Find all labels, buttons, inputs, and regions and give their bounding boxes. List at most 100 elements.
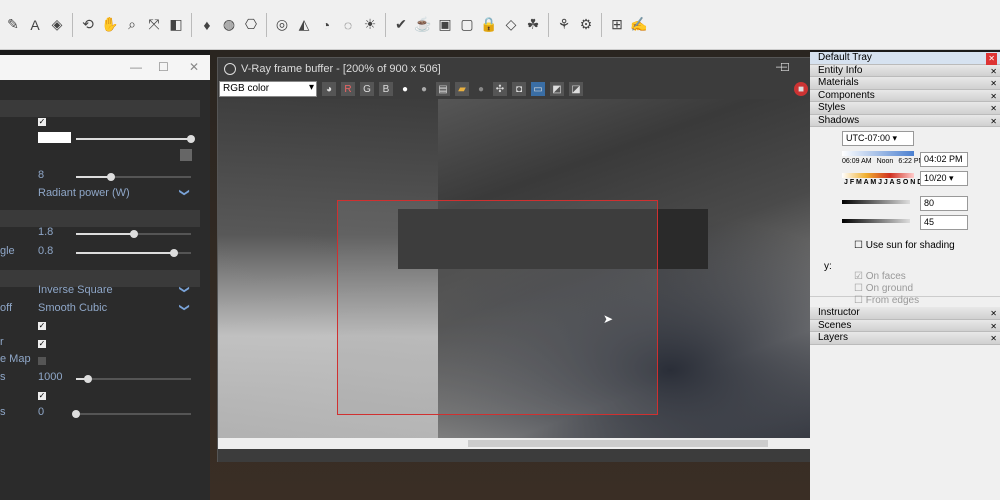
pan-icon[interactable]: ✋ (101, 16, 119, 34)
section-header[interactable] (0, 210, 200, 227)
texture-slot-icon[interactable] (180, 149, 192, 161)
close-icon[interactable]: ✕ (990, 66, 997, 78)
close-icon[interactable]: ✕ (990, 308, 997, 320)
grass-icon[interactable]: ⚘ (555, 16, 573, 34)
render-image[interactable]: ➤ (218, 99, 821, 438)
text-icon[interactable]: A (26, 16, 44, 34)
render-region[interactable] (337, 200, 658, 415)
tray-panel-materials[interactable]: Materials ✕ (810, 77, 1000, 90)
color-swatch[interactable] (38, 132, 71, 143)
tray-panel-styles[interactable]: Styles ✕ (810, 102, 1000, 115)
vray-render-icon[interactable]: ⎔ (242, 16, 260, 34)
render-region-icon[interactable]: ◘ (512, 82, 526, 96)
property-slider[interactable] (76, 249, 191, 257)
edit-icon[interactable]: ✍ (630, 16, 648, 34)
mono-icon[interactable]: ● (417, 82, 431, 96)
property-checkbox[interactable]: ✓ (38, 118, 46, 126)
paint-bucket-icon[interactable]: ◈ (48, 16, 66, 34)
property-slider[interactable] (76, 135, 195, 143)
close-icon[interactable]: ✕ (986, 53, 997, 65)
open-folder-icon[interactable]: ▰ (455, 82, 469, 96)
property-value[interactable]: 8 (38, 169, 44, 181)
property-value[interactable]: 0 (38, 406, 44, 418)
property-slider[interactable] (72, 410, 191, 418)
lock-icon[interactable]: 🔒 (480, 16, 498, 34)
save-icon[interactable]: ▤ (436, 82, 450, 96)
dark-slider[interactable] (842, 219, 910, 223)
pencil-icon[interactable]: ✎ (4, 16, 22, 34)
tray-panel-scenes[interactable]: Scenes ✕ (810, 319, 1000, 333)
stop-render-icon[interactable]: ■ (794, 82, 808, 96)
property-dropdown[interactable]: Inverse Square (38, 284, 113, 296)
mesh-icon[interactable]: ◇ (502, 16, 520, 34)
close-icon[interactable]: ✕ (990, 321, 997, 333)
property-checkbox[interactable]: ✓ (38, 340, 46, 348)
use-sun-checkbox[interactable]: ☐ Use sun for shading (854, 240, 955, 251)
tray-panel-instructor[interactable]: Instructor ✕ (810, 307, 1000, 320)
zoom-extents-icon[interactable]: ⤧ (145, 16, 163, 34)
date-select[interactable]: 10/20 ▾ (920, 171, 968, 186)
date-slider[interactable] (842, 173, 914, 178)
property-value[interactable]: 0.8 (38, 245, 53, 257)
property-checkbox[interactable] (38, 357, 46, 365)
light-slider[interactable] (842, 200, 910, 204)
channel-select[interactable]: RGB color ▾ (219, 81, 317, 97)
maximize-button[interactable]: ☐ (780, 61, 790, 74)
from-edges-checkbox[interactable]: ☐ From edges (854, 295, 919, 306)
track-mouse-icon[interactable]: ✣ (493, 82, 507, 96)
vray-asset-editor-icon[interactable]: ◍ (220, 16, 238, 34)
dome-light-icon[interactable]: ◌ (339, 16, 357, 34)
tray-panel-layers[interactable]: Layers ✕ (810, 332, 1000, 345)
history-icon[interactable]: ◪ (569, 82, 583, 96)
property-value[interactable]: 1000 (38, 371, 62, 383)
maximize-button[interactable]: ☐ (158, 60, 169, 74)
sphere-light-icon[interactable]: ◔ (317, 16, 335, 34)
light-input[interactable]: 80 (920, 196, 968, 211)
green-channel-button[interactable]: G (360, 82, 374, 96)
compare-icon[interactable]: ◩ (550, 82, 564, 96)
time-slider[interactable] (842, 151, 914, 156)
chevron-down-icon[interactable]: ❯ (178, 188, 189, 196)
chevron-down-icon[interactable]: ❯ (178, 285, 189, 293)
minimize-button[interactable]: — (130, 60, 142, 74)
color-correction-icon[interactable]: ◕ (322, 82, 336, 96)
property-slider[interactable] (76, 230, 191, 238)
vray-interactive-icon[interactable]: ◎ (273, 16, 291, 34)
chevron-down-icon[interactable]: ❯ (178, 303, 189, 311)
close-icon[interactable]: ✕ (990, 78, 997, 90)
validate-icon[interactable]: ✔ (392, 16, 410, 34)
sun-icon[interactable]: ☀ (361, 16, 379, 34)
tray-panel-components[interactable]: Components ✕ (810, 89, 1000, 102)
red-channel-button[interactable]: R (341, 82, 355, 96)
property-value[interactable]: 1.8 (38, 226, 53, 238)
timezone-select[interactable]: UTC-07:00 ▾ (842, 131, 914, 146)
grid-icon[interactable]: ⊞ (608, 16, 626, 34)
close-icon[interactable]: ✕ (990, 116, 997, 128)
ruby-icon[interactable]: ♦ (198, 16, 216, 34)
zoom-icon[interactable]: ⌕ (123, 16, 141, 34)
clear-icon[interactable]: ● (474, 82, 488, 96)
close-icon[interactable]: ✕ (990, 103, 997, 115)
on-ground-checkbox[interactable]: ☐ On ground (854, 283, 913, 294)
white-alpha-icon[interactable]: ● (398, 82, 412, 96)
tray-panel-entity-info[interactable]: Entity Info ✕ (810, 64, 1000, 78)
property-dropdown[interactable]: Smooth Cubic (38, 302, 107, 314)
fur-icon[interactable]: ☘ (524, 16, 542, 34)
time-input[interactable]: 04:02 PM (920, 152, 968, 167)
property-dropdown[interactable]: Radiant power (W) (38, 187, 130, 199)
orbit-icon[interactable]: ⟲ (79, 16, 97, 34)
tray-panel-shadows[interactable]: Shadows ✕ (810, 114, 1000, 128)
proxy-icon[interactable]: ▣ (436, 16, 454, 34)
blue-channel-button[interactable]: B (379, 82, 393, 96)
horizontal-scrollbar[interactable] (218, 438, 832, 449)
property-slider[interactable] (76, 375, 191, 383)
dark-input[interactable]: 45 (920, 215, 968, 230)
region-render-icon[interactable]: ▭ (531, 82, 545, 96)
close-icon[interactable]: ✕ (990, 333, 997, 345)
settings-icon[interactable]: ⚙ (577, 16, 595, 34)
section-icon[interactable]: ◧ (167, 16, 185, 34)
light-icon[interactable]: ◭ (295, 16, 313, 34)
property-slider[interactable] (76, 173, 191, 181)
window-icon[interactable]: ▢ (458, 16, 476, 34)
on-faces-checkbox[interactable]: ☑ On faces (854, 271, 906, 282)
